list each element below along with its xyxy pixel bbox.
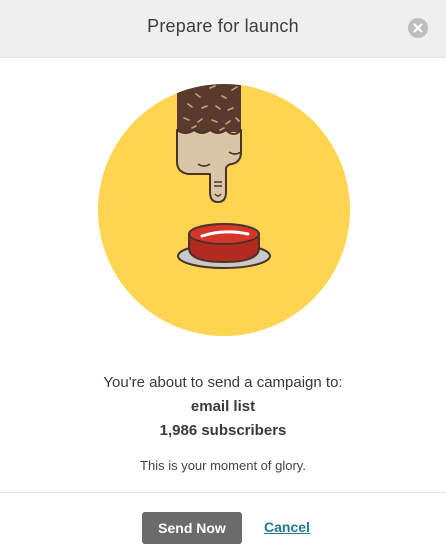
campaign-message: You're about to send a campaign to: (103, 374, 343, 391)
subscriber-count: 1,986 subscribers (159, 422, 287, 439)
finger-pressing-button-icon (98, 84, 350, 336)
tagline: This is your moment of glory. (140, 458, 306, 473)
dialog-header: Prepare for launch (0, 0, 446, 58)
send-now-button[interactable]: Send Now (142, 512, 242, 544)
dialog-title: Prepare for launch (147, 16, 299, 36)
footer-divider (0, 492, 446, 493)
close-icon (413, 23, 423, 33)
launch-illustration (98, 84, 350, 336)
cancel-link[interactable]: Cancel (264, 519, 310, 535)
close-button[interactable] (408, 18, 428, 38)
list-name: email list (190, 398, 256, 415)
launch-dialog: Prepare for launch You're about to send … (0, 0, 446, 560)
